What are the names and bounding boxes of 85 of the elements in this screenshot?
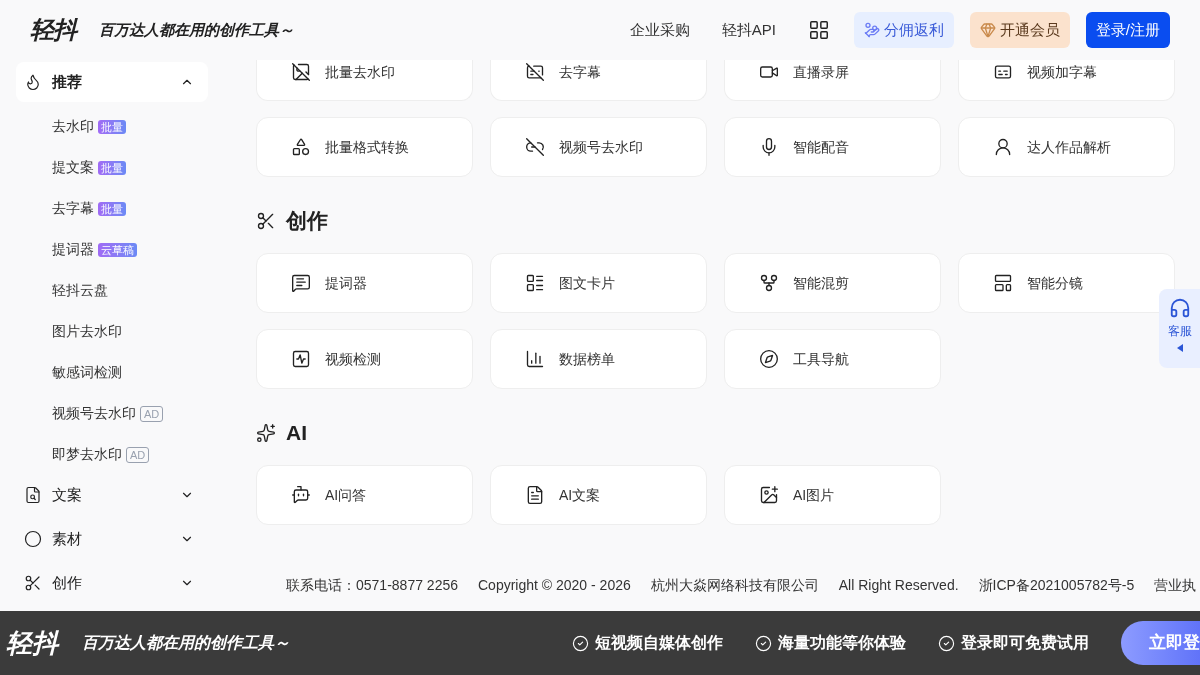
circle-icon: [24, 530, 42, 548]
section-heading: 创作: [286, 208, 328, 235]
support-tab[interactable]: 客服: [1159, 289, 1200, 368]
unlink-icon: [525, 137, 545, 157]
sidebar-item[interactable]: 素材: [16, 519, 208, 559]
footer-text: 联系电话：0571-8877 2256: [286, 576, 458, 595]
tool-card[interactable]: 视频检测: [256, 329, 473, 389]
check-circle-icon: [755, 634, 772, 652]
sidebar-subitem[interactable]: 去水印 批量: [16, 106, 208, 147]
image-plus-icon: [759, 485, 779, 505]
image-off-icon: [291, 62, 311, 82]
feature-text: 登录即可免费试用: [961, 633, 1089, 653]
tag-badge: AD: [140, 405, 164, 422]
tool-card[interactable]: AI文案: [490, 465, 707, 525]
sidebar-subitem[interactable]: 敏感词检测: [16, 352, 208, 393]
bar-chart-icon: [525, 349, 545, 369]
tag-badge: AD: [126, 446, 150, 463]
check-circle-icon: [938, 634, 955, 652]
tag-badge: 批量: [98, 160, 126, 175]
sidebar-subitem[interactable]: 轻抖云盘: [16, 270, 208, 311]
sidebar-item[interactable]: 推荐: [16, 62, 208, 102]
tool-card[interactable]: 视频加字幕: [958, 60, 1175, 101]
logo: 轻抖: [6, 626, 58, 660]
tool-card[interactable]: AI图片: [724, 465, 941, 525]
flame-icon: [24, 73, 42, 91]
tag-badge: 批量: [98, 119, 126, 134]
text-search-icon: [24, 486, 42, 504]
slogan: 百万达人都在用的创作工具～: [98, 19, 294, 40]
vip-button[interactable]: 开通会员: [969, 12, 1070, 48]
shapes-icon: [291, 137, 311, 157]
commission-button[interactable]: 分佣返利: [853, 12, 954, 48]
sparkle-icon: [256, 423, 276, 443]
apps-grid-icon[interactable]: [807, 19, 830, 41]
check-circle-icon: [572, 634, 589, 652]
slogan: 百万达人都在用的创作工具～: [82, 633, 290, 653]
layout-list-icon: [525, 273, 545, 293]
nav-link[interactable]: 企业采购: [629, 18, 690, 42]
fork-icon: [759, 273, 779, 293]
diamond-icon: [979, 22, 996, 38]
feature-text: 海量功能等你体验: [778, 633, 906, 653]
tool-card[interactable]: 工具导航: [724, 329, 941, 389]
feature-text: 短视频自媒体创作: [595, 633, 723, 653]
tool-card[interactable]: 提词器: [256, 253, 473, 313]
sidebar-subitem[interactable]: 图片去水印: [16, 311, 208, 352]
sidebar-item[interactable]: 创作: [16, 563, 208, 603]
sidebar-subitem[interactable]: 视频号去水印 AD: [16, 393, 208, 434]
tool-card[interactable]: 视频号去水印: [490, 117, 707, 177]
footer-text: All Right Reserved.: [838, 576, 959, 595]
text-bubble-icon: [291, 273, 311, 293]
sidebar-subitem[interactable]: 即梦去水印 AD: [16, 434, 208, 475]
section-heading: AI: [286, 420, 307, 447]
document-icon: [525, 485, 545, 505]
tool-card[interactable]: 数据榜单: [490, 329, 707, 389]
tool-card[interactable]: 批量去水印: [256, 60, 473, 101]
footer-text: 浙ICP备2021005782号-5: [978, 576, 1135, 595]
tool-card[interactable]: 直播录屏: [724, 60, 941, 101]
sidebar-item[interactable]: 文案: [16, 475, 208, 515]
tool-card[interactable]: 去字幕: [490, 60, 707, 101]
compass-icon: [759, 349, 779, 369]
sidebar-subitem[interactable]: 去字幕 批量: [16, 188, 208, 229]
captions-off-icon: [525, 62, 545, 82]
tag-badge: 批量: [98, 201, 126, 216]
sidebar-subitem[interactable]: 提文案 批量: [16, 147, 208, 188]
tag-badge: 云草稿: [98, 242, 137, 257]
caret-icon: [1176, 344, 1183, 352]
tool-card[interactable]: 智能混剪: [724, 253, 941, 313]
footer-text: 营业执: [1154, 576, 1197, 595]
headset-icon: [1168, 297, 1191, 319]
tool-card[interactable]: 批量格式转换: [256, 117, 473, 177]
tool-card[interactable]: 图文卡片: [490, 253, 707, 313]
scissors-icon: [256, 211, 276, 231]
tool-card[interactable]: 智能配音: [724, 117, 941, 177]
nav-link[interactable]: 轻抖API: [721, 18, 776, 42]
login-button[interactable]: 登录/注册: [1085, 12, 1170, 48]
scissors-icon: [24, 574, 42, 592]
user-icon: [993, 137, 1013, 157]
tool-card[interactable]: AI问答: [256, 465, 473, 525]
pulse-icon: [291, 349, 311, 369]
sidebar-subitem[interactable]: 提词器 云草稿: [16, 229, 208, 270]
logo: 轻抖: [30, 15, 77, 45]
layout-icon: [993, 273, 1013, 293]
footer-text: Copyright © 2020 - 2026: [478, 576, 631, 595]
footer-text: 杭州大焱网络科技有限公司: [650, 576, 819, 595]
tool-card[interactable]: 智能分镜: [958, 253, 1175, 313]
tool-card[interactable]: 达人作品解析: [958, 117, 1175, 177]
